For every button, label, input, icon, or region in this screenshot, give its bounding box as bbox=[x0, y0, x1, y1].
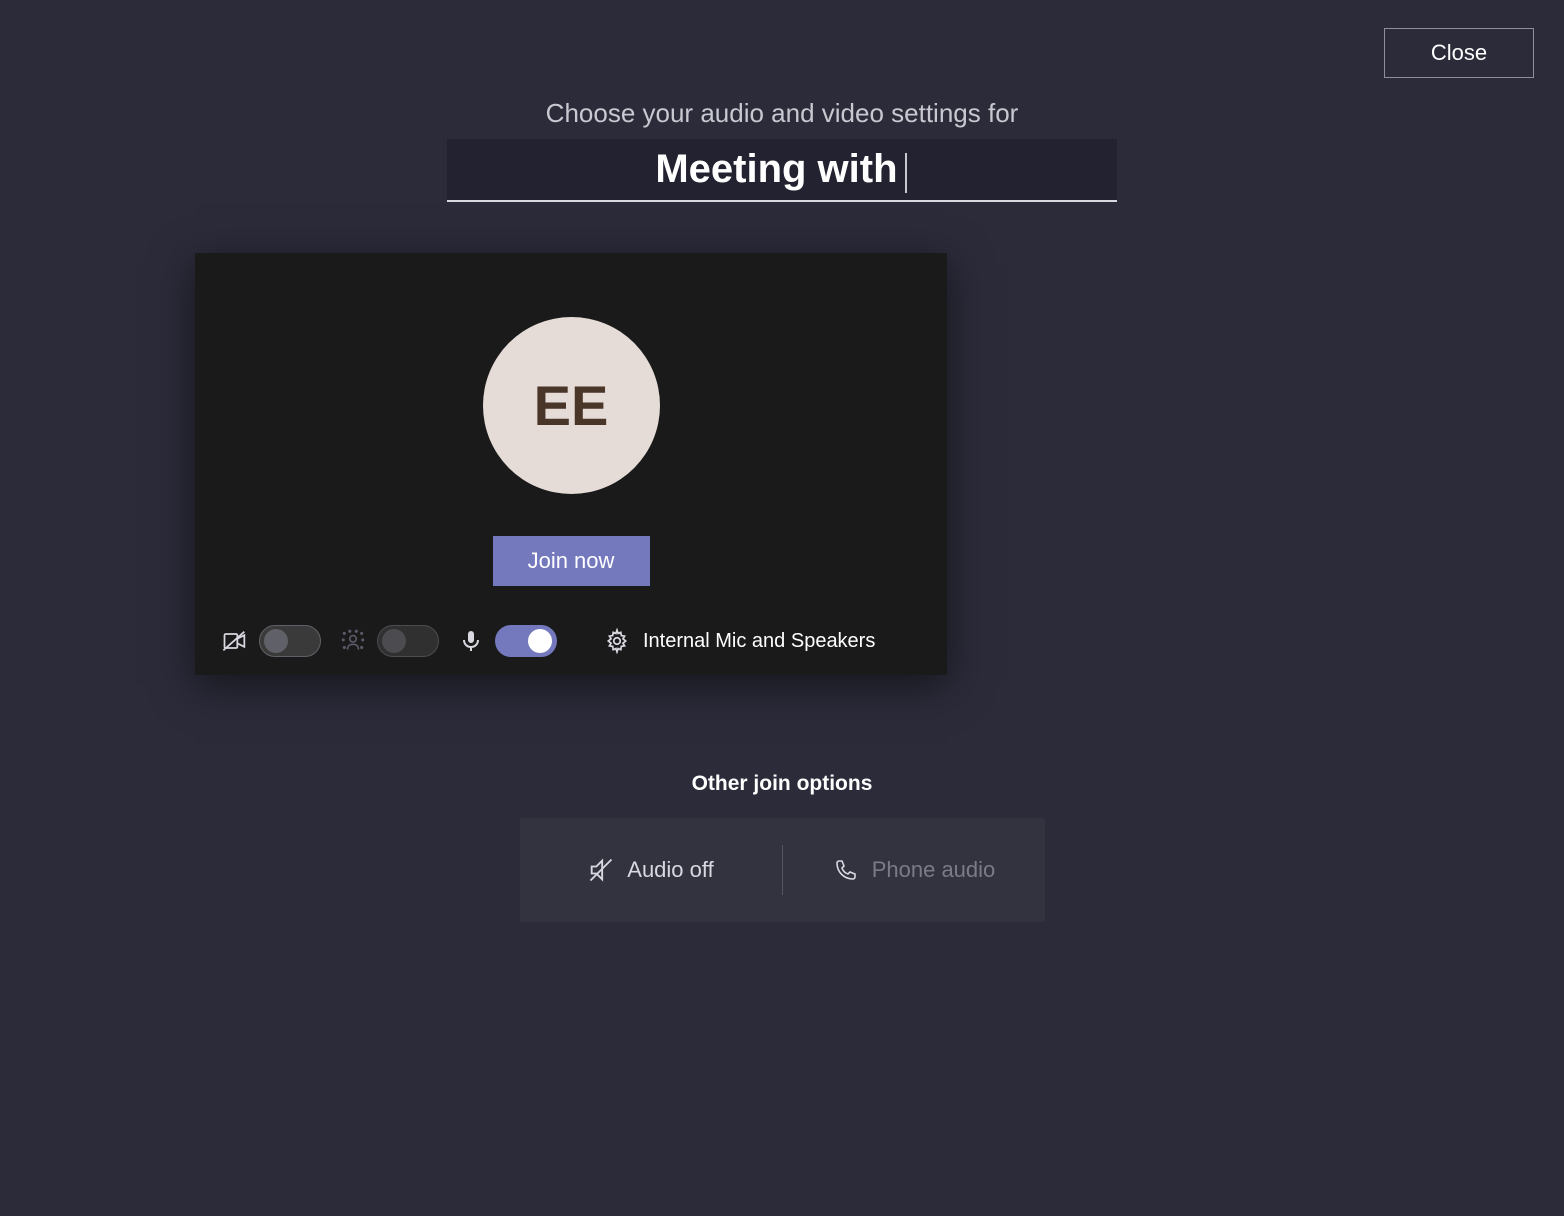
blur-toggle bbox=[377, 625, 439, 657]
device-label-text: Internal Mic and Speakers bbox=[643, 630, 875, 653]
meeting-title-wrap[interactable] bbox=[447, 139, 1117, 202]
header: Choose your audio and video settings for bbox=[447, 98, 1117, 202]
camera-toggle-group bbox=[221, 625, 321, 657]
other-options-title: Other join options bbox=[0, 772, 1564, 796]
camera-off-icon bbox=[221, 627, 249, 655]
join-now-button[interactable]: Join now bbox=[493, 536, 650, 586]
avatar: EE bbox=[483, 317, 660, 494]
phone-icon bbox=[832, 856, 860, 884]
mic-toggle[interactable] bbox=[495, 625, 557, 657]
other-join-options: Other join options Audio off Phone audio bbox=[0, 772, 1564, 922]
controls-row: Internal Mic and Speakers bbox=[195, 625, 947, 657]
phone-audio-label: Phone audio bbox=[872, 857, 996, 883]
avatar-initials: EE bbox=[534, 373, 609, 438]
video-preview-card: EE Join now bbox=[195, 253, 947, 675]
meeting-title-input[interactable] bbox=[447, 147, 1117, 192]
options-row: Audio off Phone audio bbox=[520, 818, 1045, 922]
audio-off-button[interactable]: Audio off bbox=[520, 818, 782, 922]
device-settings-button[interactable]: Internal Mic and Speakers bbox=[603, 627, 875, 655]
audio-off-icon bbox=[587, 856, 615, 884]
text-cursor bbox=[905, 153, 907, 193]
camera-toggle[interactable] bbox=[259, 625, 321, 657]
background-blur-icon bbox=[339, 627, 367, 655]
phone-audio-button[interactable]: Phone audio bbox=[783, 818, 1045, 922]
microphone-icon bbox=[457, 627, 485, 655]
mic-toggle-group bbox=[457, 625, 557, 657]
gear-icon bbox=[603, 627, 631, 655]
close-button[interactable]: Close bbox=[1384, 28, 1534, 78]
blur-toggle-group bbox=[339, 625, 439, 657]
settings-subtitle: Choose your audio and video settings for bbox=[447, 98, 1117, 129]
audio-off-label: Audio off bbox=[627, 857, 713, 883]
